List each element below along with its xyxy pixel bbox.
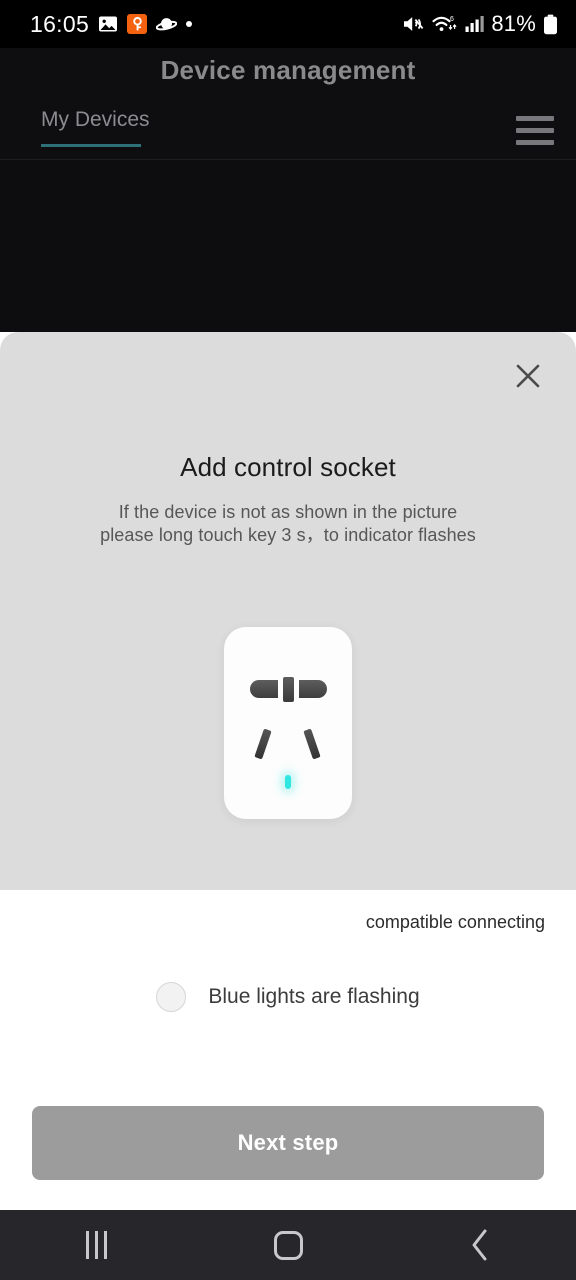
phone-screen: 16:05 6 81% Device management My Devices… xyxy=(0,0,576,1280)
next-step-button[interactable]: Next step xyxy=(32,1106,544,1180)
tab-my-devices[interactable]: My Devices xyxy=(41,108,150,132)
app-header: Device management My Devices xyxy=(0,48,576,160)
status-bar: 16:05 6 81% xyxy=(0,0,576,48)
status-clock: 16:05 xyxy=(30,10,90,37)
status-bar-left-group: 16:05 xyxy=(30,10,193,37)
socket-hole-center xyxy=(283,677,294,702)
socket-hole-bottom-left xyxy=(254,728,272,760)
control-socket-illustration xyxy=(224,627,352,819)
nav-recents-button[interactable] xyxy=(0,1210,192,1280)
compatible-connecting-label: compatible connecting xyxy=(365,912,545,932)
recents-bar-2 xyxy=(94,1231,98,1259)
socket-hole-bottom-right xyxy=(303,728,321,760)
wifi-6-icon: 6 xyxy=(432,16,457,31)
sheet-subtitle-line-1: If the device is not as shown in the pic… xyxy=(118,502,458,522)
sheet-title: Add control socket xyxy=(180,452,396,482)
menu-bar-1 xyxy=(516,115,554,121)
battery-icon xyxy=(544,14,557,34)
add-device-sheet: Add control socket If the device is not … xyxy=(0,332,576,1210)
page-title: Device management xyxy=(160,55,416,85)
sheet-subtitle-line-2: please long touch key 3 s，to indicator f… xyxy=(100,525,476,545)
socket-hole-right xyxy=(299,680,327,698)
mute-icon xyxy=(404,17,424,31)
close-x-icon xyxy=(516,364,540,388)
key-badge-icon xyxy=(127,14,148,34)
tab-bar: My Devices xyxy=(0,102,576,160)
socket-hole-left xyxy=(250,680,278,698)
socket-led-indicator xyxy=(285,775,291,789)
status-radio-button[interactable] xyxy=(156,982,187,1012)
back-icon xyxy=(472,1229,487,1261)
battery-percentage: 81% xyxy=(491,11,536,36)
cellular-signal-icon xyxy=(465,16,485,32)
recents-bar-1 xyxy=(85,1231,89,1259)
saturn-icon xyxy=(156,17,178,30)
recents-icon xyxy=(85,1231,107,1259)
nav-home-button[interactable] xyxy=(192,1210,384,1280)
recents-bar-3 xyxy=(103,1231,107,1259)
hamburger-menu-icon[interactable] xyxy=(516,110,560,150)
menu-bar-2 xyxy=(516,127,554,133)
menu-bar-3 xyxy=(516,139,554,145)
android-nav-bar xyxy=(0,1210,576,1280)
modal-backdrop[interactable] xyxy=(0,160,576,332)
tab-active-indicator xyxy=(41,144,141,147)
status-label: Blue lights are flashing xyxy=(208,985,420,1008)
home-icon xyxy=(273,1230,303,1260)
close-button[interactable] xyxy=(506,354,550,398)
nav-back-button[interactable] xyxy=(384,1210,576,1280)
status-bar-right-group: 6 81% xyxy=(402,11,558,37)
device-status-row[interactable]: Blue lights are flashing xyxy=(0,982,576,1012)
dot-icon xyxy=(186,21,193,27)
svg-text:6: 6 xyxy=(450,16,454,23)
photos-icon xyxy=(99,16,118,32)
